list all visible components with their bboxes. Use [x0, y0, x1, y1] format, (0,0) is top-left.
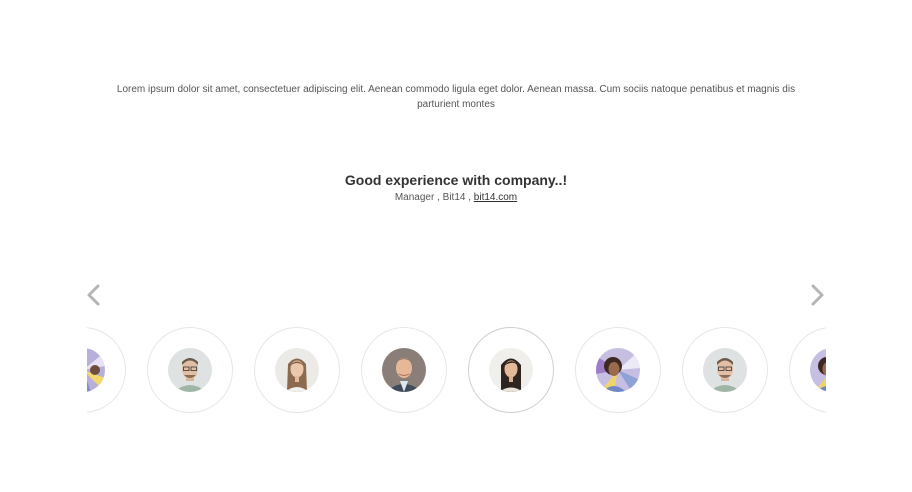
carousel-thumbnail[interactable] — [147, 327, 233, 413]
carousel-thumbnail-active[interactable] — [468, 327, 554, 413]
carousel-prev-button[interactable] — [84, 282, 106, 310]
carousel-thumbnail[interactable] — [87, 327, 126, 413]
chevron-left-icon — [87, 284, 100, 306]
avatar-man-in-suit — [382, 348, 426, 392]
avatar-woman-colorful-background — [810, 348, 826, 392]
avatar-man-with-glasses — [168, 348, 212, 392]
avatar-woman-colorful-background — [596, 348, 640, 392]
carousel-thumbnail[interactable] — [361, 327, 447, 413]
company-link[interactable]: bit14.com — [474, 192, 517, 203]
avatar-woman-long-hair — [275, 348, 319, 392]
testimonial-carousel — [87, 326, 826, 416]
testimonial-quote: Lorem ipsum dolor sit amet, consectetuer… — [116, 84, 796, 110]
chevron-right-icon — [811, 284, 824, 306]
avatar-man-with-glasses — [703, 348, 747, 392]
carousel-thumbnail[interactable] — [682, 327, 768, 413]
carousel-thumbnail[interactable] — [575, 327, 661, 413]
testimonial-byline: Manager , Bit14 , bit14.com — [0, 192, 912, 203]
testimonial-section: Lorem ipsum dolor sit amet, consectetuer… — [0, 0, 912, 492]
carousel-thumbnail[interactable] — [254, 327, 340, 413]
avatar-woman-dark-hair — [489, 348, 533, 392]
avatar-colorful-background — [87, 348, 105, 392]
carousel-next-button[interactable] — [808, 282, 830, 310]
carousel-thumbnail[interactable] — [789, 327, 826, 413]
role-company-text: Manager , Bit14 , — [394, 192, 474, 203]
testimonial-title: Good experience with company..! — [344, 172, 568, 188]
